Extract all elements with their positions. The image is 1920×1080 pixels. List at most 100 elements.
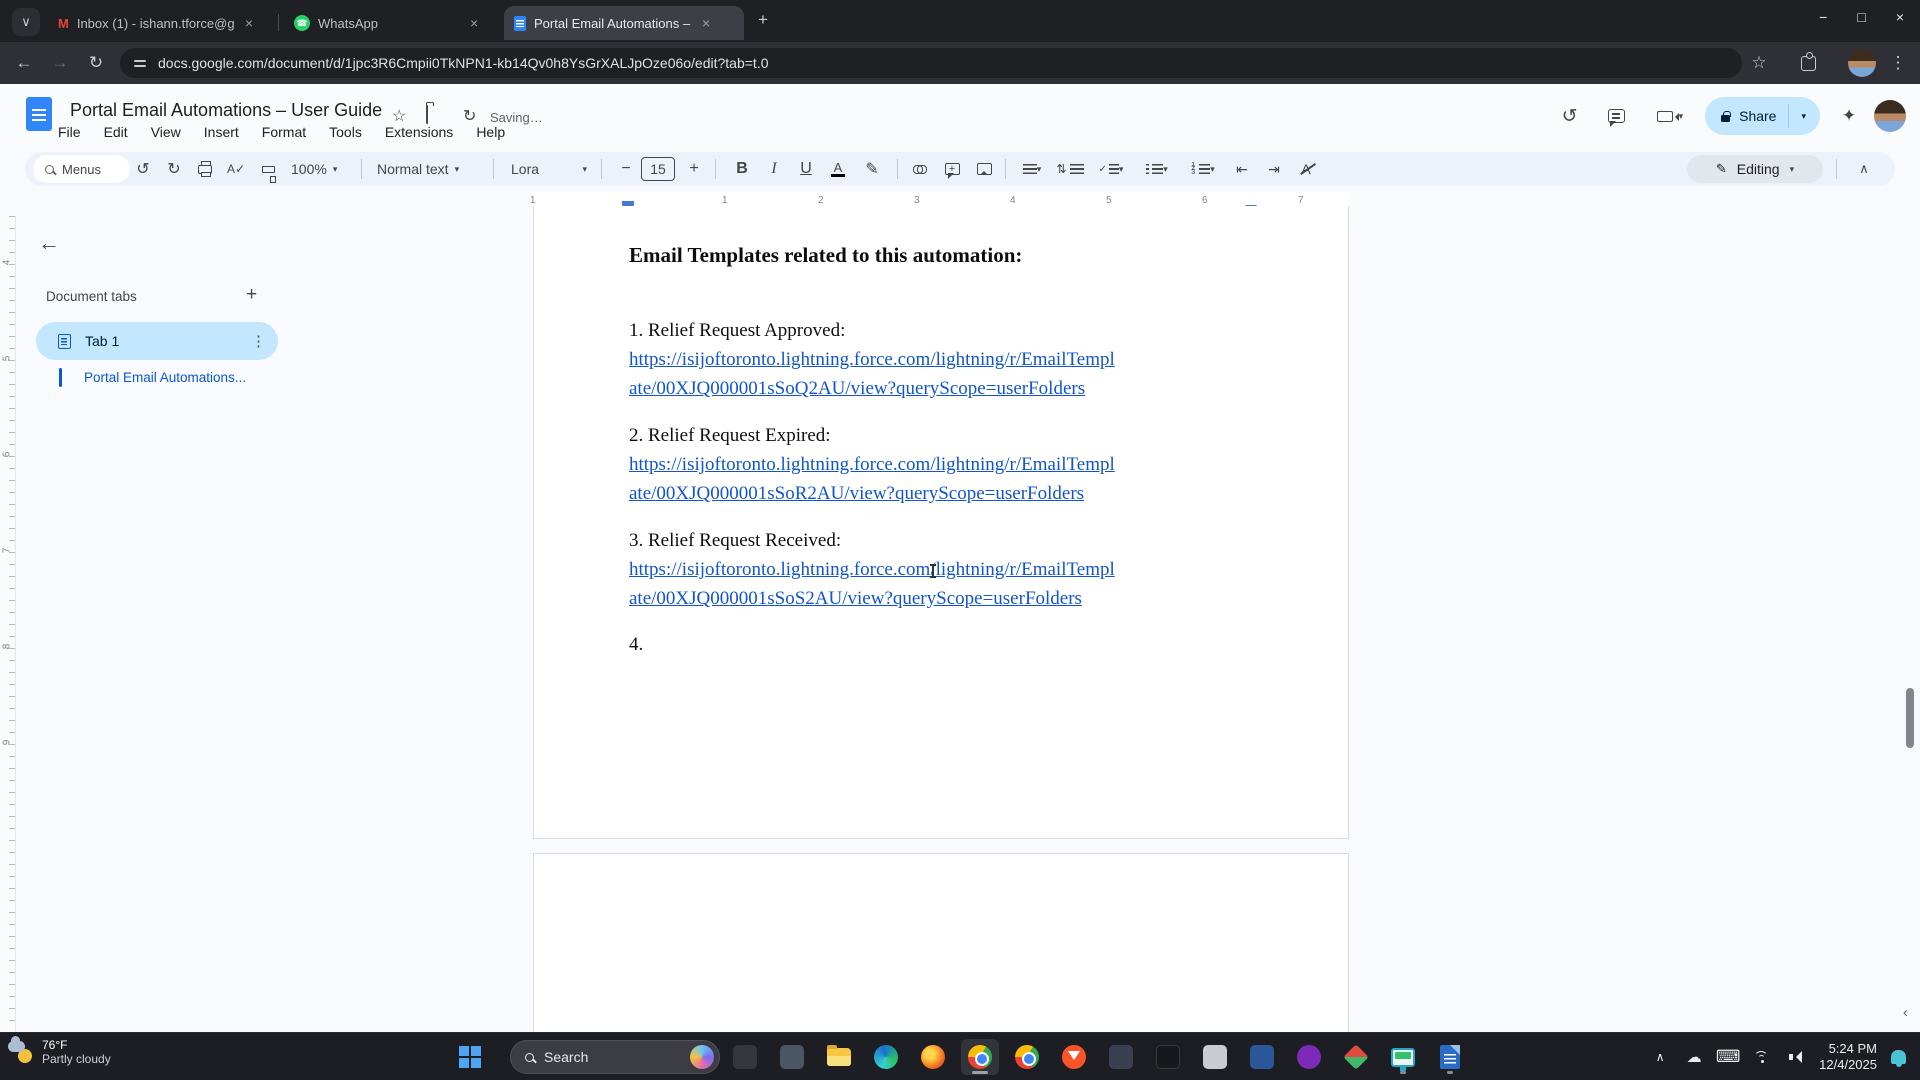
sidebar-item-tab1[interactable]: Tab 1 ⋮ [36,322,278,360]
collapse-panel-chevron-icon[interactable]: ‹ [1903,1004,1908,1021]
weather-widget[interactable]: 76°F Partly cloudy [8,1038,111,1066]
tab-options-icon[interactable]: ⋮ [251,332,266,350]
share-dropdown-icon[interactable]: ▾ [1793,111,1814,122]
print-icon[interactable] [192,152,218,186]
tab-close-icon[interactable]: × [245,15,253,31]
insert-image-icon[interactable] [971,152,997,186]
chrome-icon[interactable] [961,1039,999,1075]
spellcheck-icon[interactable]: A✓ [223,152,249,186]
browser-tab-whatsapp[interactable]: ☎ WhatsApp × [284,6,496,40]
tab-close-icon[interactable]: × [702,15,710,31]
terminal-app-icon[interactable] [1149,1039,1187,1075]
browser-tab-gmail[interactable]: M Inbox (1) - ishann.tforce@gmai × [48,6,274,40]
numbered-list-icon[interactable]: 1 2 3▾ [1183,152,1223,186]
doc-link[interactable]: https://isijoftoronto.lightning.force.co… [629,349,1115,371]
account-avatar[interactable] [1874,100,1906,132]
bookmark-star-icon[interactable]: ☆ [1747,51,1771,75]
meet-video-icon[interactable] [1657,111,1673,122]
taskbar-search[interactable]: Search [510,1040,720,1074]
increase-indent-icon[interactable]: ⇥ [1261,152,1287,186]
window-maximize-button[interactable]: □ [1857,9,1865,25]
menu-help[interactable]: Help [476,124,505,140]
checklist-icon[interactable]: ✓▾ [1091,152,1131,186]
font-select[interactable]: Lora▾ [511,152,587,186]
doc-link[interactable]: https://isijoftoronto.lightning.force.co… [629,559,1115,581]
forward-icon[interactable]: → [48,51,72,75]
redo-icon[interactable]: ↻ [161,152,187,186]
tab-search-button[interactable]: ∨ [12,8,40,36]
hide-menus-icon[interactable]: ∧ [1851,152,1877,186]
editing-mode-select[interactable]: ✎ Editing ▾ [1687,155,1823,183]
version-history-icon[interactable]: ↺ [1562,105,1578,128]
firefox-icon[interactable] [914,1039,952,1075]
menu-file[interactable]: File [58,124,81,140]
paragraph-style-select[interactable]: Normal text▾ [377,152,459,186]
app-icon-1[interactable] [726,1039,764,1075]
window-close-button[interactable]: × [1896,9,1904,25]
notification-bell-icon[interactable] [1891,1050,1906,1064]
gemini-sparkle-icon[interactable]: ✦ [1834,106,1864,126]
google-docs-logo[interactable] [26,97,52,131]
toolbar-search-menus[interactable]: Menus [33,155,130,183]
meet-dropdown-icon[interactable]: ▾ [1679,111,1684,122]
chrome-secondary-icon[interactable] [1008,1039,1046,1075]
font-size-field[interactable]: 15 [641,152,675,186]
window-minimize-button[interactable]: − [1819,9,1827,25]
tab-close-icon[interactable]: × [470,15,478,31]
hidden-icons-chevron[interactable]: ∧ [1643,1050,1677,1064]
highlight-color-icon[interactable]: ✎ [859,152,885,186]
paint-format-icon[interactable] [255,152,281,186]
app-icon-5[interactable] [1243,1039,1281,1075]
edge-icon[interactable] [867,1039,905,1075]
bold-icon[interactable]: B [729,152,755,186]
clear-formatting-icon[interactable]: A [1293,152,1319,186]
underline-icon[interactable]: U [793,152,819,186]
menu-edit[interactable]: Edit [104,124,128,140]
touch-keyboard-icon[interactable]: ⌨ [1711,1047,1745,1067]
menu-extensions[interactable]: Extensions [385,124,453,140]
comments-icon[interactable] [1608,109,1625,123]
browser-menu-icon[interactable]: ⋮ [1886,51,1910,75]
doc-link[interactable]: https://isijoftoronto.lightning.force.co… [629,454,1115,476]
star-document-icon[interactable]: ☆ [392,106,406,126]
menu-view[interactable]: View [151,124,181,140]
vertical-scrollbar[interactable] [1906,688,1914,748]
menu-insert[interactable]: Insert [204,124,239,140]
insert-link-icon[interactable] [907,152,933,186]
system-clock[interactable]: 5:24 PM 12/4/2025 [1813,1041,1883,1073]
sidebar-back-icon[interactable]: ← [38,230,60,256]
back-icon[interactable]: ← [12,51,36,75]
app-icon-4[interactable] [1196,1039,1234,1075]
menu-format[interactable]: Format [262,124,306,140]
taskpro-icon[interactable] [1384,1039,1422,1075]
add-comment-icon[interactable]: + [939,152,965,186]
browser-tab-docs-active[interactable]: Portal Email Automations – Use × [504,6,744,40]
start-button[interactable] [451,1039,489,1075]
bulleted-list-icon[interactable]: ▾ [1137,152,1177,186]
line-spacing-icon[interactable]: ⇅ [1055,152,1085,186]
menu-tools[interactable]: Tools [329,124,362,140]
brave-icon[interactable] [1055,1039,1093,1075]
move-to-folder-icon[interactable] [426,106,428,124]
volume-icon[interactable] [1779,1051,1813,1063]
zoom-select[interactable]: 100%▾ [291,152,337,186]
font-size-increase-icon[interactable]: + [681,152,707,186]
onedrive-icon[interactable]: ☁ [1677,1048,1711,1066]
site-info-icon[interactable] [134,58,146,68]
wifi-icon[interactable] [1745,1051,1779,1064]
app-icon-2[interactable] [773,1039,811,1075]
font-size-decrease-icon[interactable]: − [613,152,639,186]
doc-link[interactable]: ate/00XJQ000001sSoS2AU/view?queryScope=u… [629,588,1082,610]
libreoffice-writer-icon[interactable] [1431,1039,1469,1075]
extensions-icon[interactable] [1796,51,1820,75]
decrease-indent-icon[interactable]: ⇤ [1229,152,1255,186]
share-button[interactable]: Share ▾ [1705,97,1820,135]
doc-link[interactable]: ate/00XJQ000001sSoQ2AU/view?queryScope=u… [629,378,1085,400]
align-icon[interactable]: ▾ [1015,152,1049,186]
app-icon-3[interactable] [1102,1039,1140,1075]
address-bar[interactable]: docs.google.com/document/d/1jpc3R6Cmpii0… [120,48,1742,78]
undo-icon[interactable]: ↺ [130,152,156,186]
italic-icon[interactable]: I [761,152,787,186]
add-tab-icon[interactable]: + [246,284,257,306]
document-title[interactable]: Portal Email Automations – User Guide [70,100,382,121]
